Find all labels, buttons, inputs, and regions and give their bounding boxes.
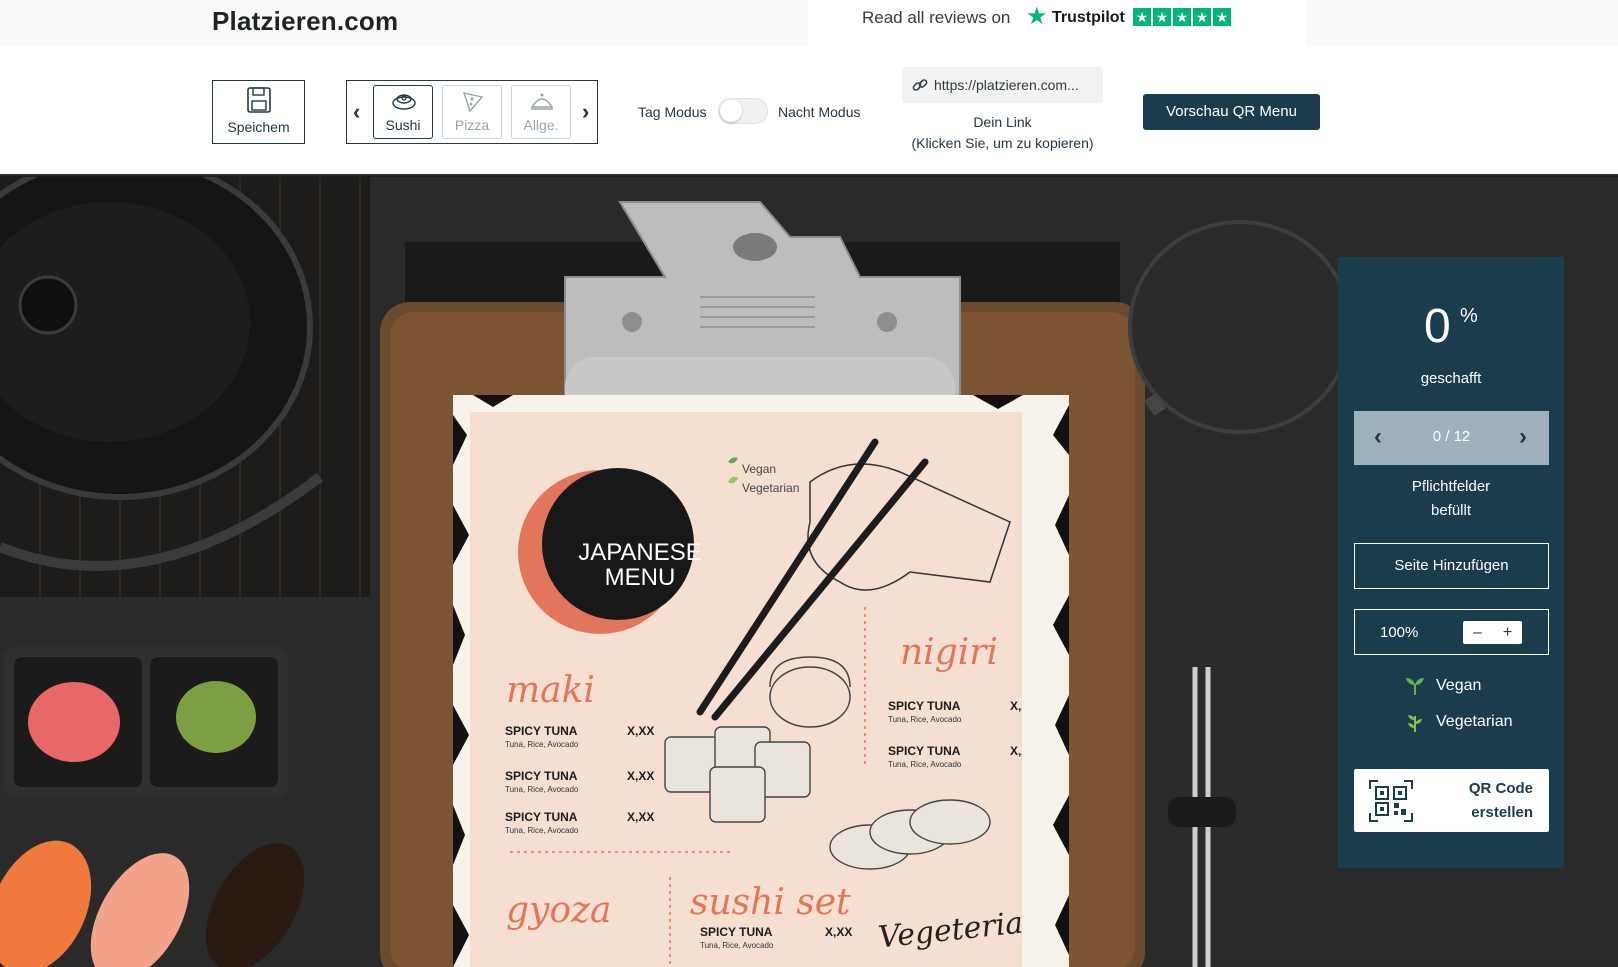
category-label: Pizza	[454, 117, 490, 133]
vegetarian-sprout-icon	[1408, 715, 1422, 732]
menu-item-desc[interactable]: Tuna, Rice, Avocado	[888, 760, 961, 769]
save-label: Speichem	[227, 119, 290, 135]
menu-item-desc[interactable]: Tuna, Rice, Avocado	[700, 941, 773, 950]
zoom-in-button[interactable]: +	[1493, 621, 1522, 644]
editor-toolbar: Speichem ‹ Sushi Pizza Allge. › Tag Modu…	[0, 46, 1618, 176]
sushi-icon	[392, 94, 416, 110]
percent-symbol: %	[1460, 305, 1478, 327]
menu-item-price[interactable]: X,XX	[825, 925, 852, 939]
top-bar: Platzieren.com Read all reviews on ★ Tru…	[0, 0, 1618, 46]
toggle-knob	[720, 100, 742, 122]
menu-item-name[interactable]: SPICY TUNA	[505, 769, 577, 783]
save-button[interactable]: Speichem	[212, 80, 305, 144]
menu-item-name[interactable]: SPICY TUNA	[888, 744, 960, 758]
zoom-out-button[interactable]: –	[1463, 621, 1492, 644]
menu-legend-vegan: Vegan	[742, 462, 777, 476]
trustpilot-rating: ★ ★ ★ ★ ★	[1133, 8, 1231, 26]
category-pizza[interactable]: Pizza	[442, 85, 502, 139]
trustpilot-name[interactable]: Trustpilot	[1052, 9, 1125, 27]
trustpilot-star-icon: ★	[1026, 3, 1048, 30]
zoom-level: 100%	[1380, 624, 1419, 641]
menu-item-price[interactable]: X,XX	[627, 769, 654, 783]
progress-percent: 0	[1424, 300, 1451, 353]
menu-page[interactable]: JAPANESE MENU Vegan Vegetarian maki nigir…	[470, 412, 1022, 967]
rating-star-icon: ★	[1133, 8, 1151, 26]
legend-label: Vegetarian	[1436, 713, 1513, 730]
menu-item-name[interactable]: SPICY TUNA	[505, 810, 577, 824]
menu-item-name[interactable]: SPICY TUNA	[888, 699, 960, 713]
menu-item-desc[interactable]: Tuna, Rice, Avocado	[888, 715, 961, 724]
rating-star-icon: ★	[1193, 8, 1211, 26]
pizza-icon	[462, 92, 484, 113]
progress-panel: 0 % geschafft ‹ 0 / 12 › Pflichtfelder b…	[1338, 257, 1564, 868]
rating-star-icon: ★	[1213, 8, 1231, 26]
page-pager: ‹ 0 / 12 ›	[1354, 411, 1549, 465]
required-fields-label: Pflichtfelder	[1411, 478, 1491, 495]
menu-item-name[interactable]: SPICY TUNA	[700, 925, 772, 939]
cloche-icon	[530, 93, 554, 110]
reviews-text[interactable]: Read all reviews on	[862, 8, 1010, 28]
rating-star-icon: ★	[1173, 8, 1191, 26]
link-caption: Dein Link	[973, 114, 1032, 130]
category-sushi[interactable]: Sushi	[373, 85, 433, 139]
zoom-control: 100% – +	[1354, 609, 1549, 655]
qr-label: QR Code	[1468, 780, 1533, 797]
menu-item-price[interactable]: X,XX	[1010, 744, 1022, 758]
section-sushi-set[interactable]: sushi set	[690, 882, 851, 923]
zoom-stepper: – +	[1463, 621, 1522, 644]
link-icon	[912, 79, 928, 91]
vegan-leaf-icon	[1406, 678, 1424, 695]
menu-item-desc[interactable]: Tuna, Rice, Avocado	[505, 740, 578, 749]
progress-label: geschafft	[1420, 370, 1482, 387]
qr-label: erstellen	[1471, 804, 1533, 821]
section-nigiri[interactable]: nigiri	[900, 632, 998, 673]
menu-title: JAPANESE MENU	[578, 539, 702, 591]
rating-star-icon: ★	[1153, 8, 1171, 26]
qr-code-icon	[1369, 780, 1413, 822]
chevron-left-icon[interactable]: ‹	[353, 99, 360, 125]
chevron-right-icon[interactable]: ›	[1519, 423, 1527, 451]
menu-link-copy[interactable]: https://platzieren.com...	[902, 67, 1103, 103]
category-label: Sushi	[385, 117, 421, 133]
day-night-toggle[interactable]	[718, 98, 768, 124]
section-gyoza[interactable]: gyoza	[506, 890, 612, 931]
menu-legend-vegetarian: Vegetarian	[742, 481, 800, 495]
create-qr-code-button[interactable]: QR Code erstellen	[1354, 769, 1549, 832]
menu-item-desc[interactable]: Tuna, Rice, Avocado	[505, 785, 578, 794]
menu-item-price[interactable]: X,XX	[627, 810, 654, 824]
night-mode-label: Nacht Modus	[778, 104, 861, 120]
preview-qr-menu-button[interactable]: Vorschau QR Menu	[1143, 94, 1320, 130]
category-allgemein[interactable]: Allge.	[511, 85, 571, 139]
floppy-disk-icon	[247, 87, 271, 113]
menu-item-price[interactable]: X,XX	[627, 724, 654, 738]
day-mode-label: Tag Modus	[638, 104, 707, 120]
chevron-right-icon[interactable]: ›	[582, 99, 589, 125]
category-label: Allge.	[523, 117, 559, 133]
section-maki[interactable]: maki	[506, 670, 595, 711]
menu-item-price[interactable]: X,XX	[1010, 699, 1022, 713]
required-fields-label: befüllt	[1430, 502, 1472, 519]
add-page-button[interactable]: Seite Hinzufügen	[1354, 543, 1549, 589]
menu-item-desc[interactable]: Tuna, Rice, Avocado	[505, 826, 578, 835]
brand-logo[interactable]: Platzieren.com	[212, 6, 398, 37]
category-selector: ‹ Sushi Pizza Allge. ›	[346, 80, 598, 144]
link-copy-hint: (Klicken Sie, um zu kopieren)	[911, 135, 1094, 151]
menu-item-name[interactable]: SPICY TUNA	[505, 724, 577, 738]
legend-label: Vegan	[1436, 677, 1482, 694]
menu-link-url: https://platzieren.com...	[934, 77, 1079, 93]
